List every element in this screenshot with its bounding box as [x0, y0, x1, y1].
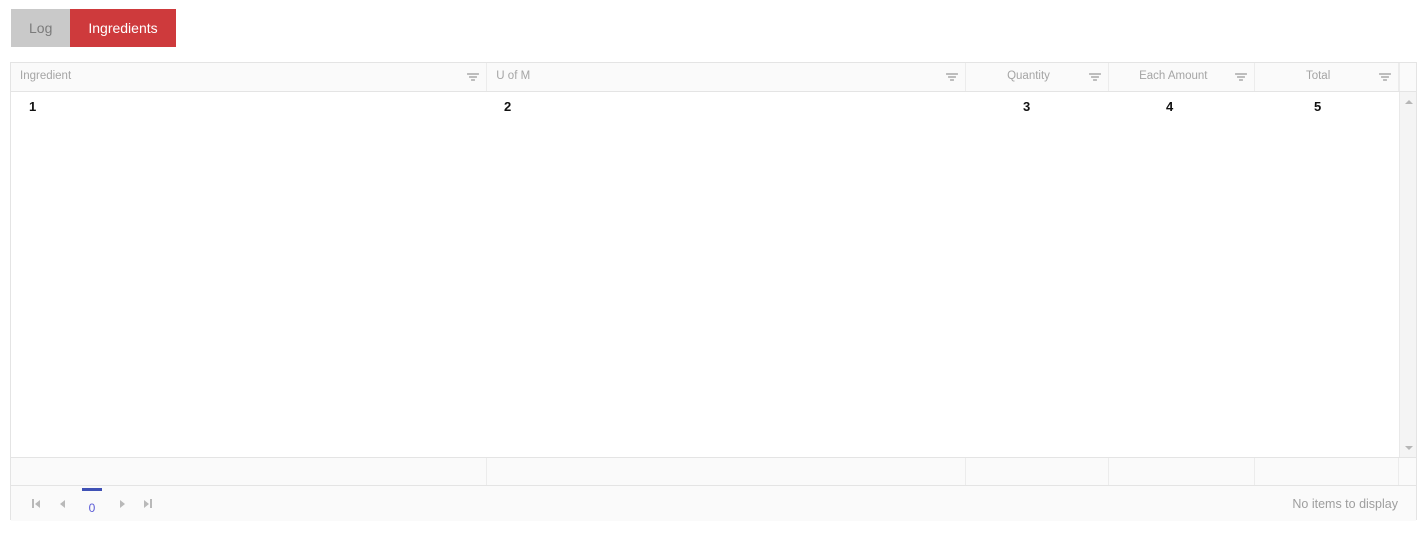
footer-cell-total	[1255, 458, 1400, 485]
filter-icon-each-amount[interactable]	[1234, 71, 1248, 83]
grid-body: 1 2 3 4 5	[11, 92, 1399, 457]
footer-cell-quantity	[965, 458, 1110, 485]
annotation-marker-1: 1	[29, 99, 37, 114]
pager-status-text: No items to display	[1292, 497, 1398, 511]
grid-footer-row	[11, 457, 1416, 485]
first-page-icon	[32, 499, 40, 508]
column-header-each-amount[interactable]: Each Amount	[1109, 63, 1256, 91]
annotation-marker-2: 2	[504, 99, 512, 114]
tab-log-label: Log	[29, 20, 53, 36]
ingredients-grid: Ingredient U of M Quantity Each Amount T…	[10, 62, 1417, 521]
pager-prev-button[interactable]	[49, 489, 75, 519]
footer-cell-each-amount	[1109, 458, 1256, 485]
tab-log[interactable]: Log	[11, 9, 71, 47]
column-header-total[interactable]: Total	[1255, 63, 1400, 91]
vertical-scrollbar[interactable]	[1399, 92, 1416, 457]
filter-icon-ingredient[interactable]	[466, 71, 480, 83]
column-header-ingredient[interactable]: Ingredient	[11, 63, 488, 91]
column-header-each-amount-label: Each Amount	[1139, 70, 1208, 83]
column-header-quantity[interactable]: Quantity	[966, 63, 1110, 91]
annotation-marker-5: 5	[1314, 99, 1322, 114]
footer-cell-ingredient	[11, 458, 488, 485]
column-header-total-label: Total	[1305, 70, 1331, 83]
column-header-u-of-m[interactable]: U of M	[487, 63, 966, 91]
annotation-marker-4: 4	[1166, 99, 1174, 114]
filter-icon-u-of-m[interactable]	[945, 71, 959, 83]
annotation-marker-3: 3	[1023, 99, 1031, 114]
grid-header-corner	[1399, 63, 1417, 91]
grid-body-wrap: 1 2 3 4 5	[11, 92, 1416, 457]
tab-ingredients[interactable]: Ingredients	[70, 9, 176, 47]
filter-icon-quantity[interactable]	[1088, 71, 1102, 83]
column-header-quantity-label: Quantity	[1007, 70, 1050, 83]
last-page-icon	[144, 499, 152, 508]
tab-ingredients-label: Ingredients	[88, 20, 158, 36]
scroll-down-icon[interactable]	[1400, 440, 1417, 455]
next-page-icon	[119, 499, 125, 508]
footer-cell-corner	[1399, 458, 1416, 485]
filter-icon-total[interactable]	[1378, 71, 1392, 83]
previous-page-icon	[59, 499, 65, 508]
grid-pager: 0 No items to display	[11, 485, 1416, 521]
column-header-ingredient-label: Ingredient	[20, 70, 72, 83]
scroll-up-icon[interactable]	[1400, 94, 1417, 109]
pager-last-button[interactable]	[135, 489, 161, 519]
pager-page-0[interactable]: 0	[81, 487, 103, 519]
pager-next-button[interactable]	[109, 489, 135, 519]
column-header-u-of-m-label: U of M	[496, 70, 531, 83]
footer-cell-u-of-m	[487, 458, 966, 485]
tabstrip: Log Ingredients	[11, 9, 176, 47]
grid-header-row: Ingredient U of M Quantity Each Amount T…	[11, 63, 1417, 92]
pager-first-button[interactable]	[23, 489, 49, 519]
